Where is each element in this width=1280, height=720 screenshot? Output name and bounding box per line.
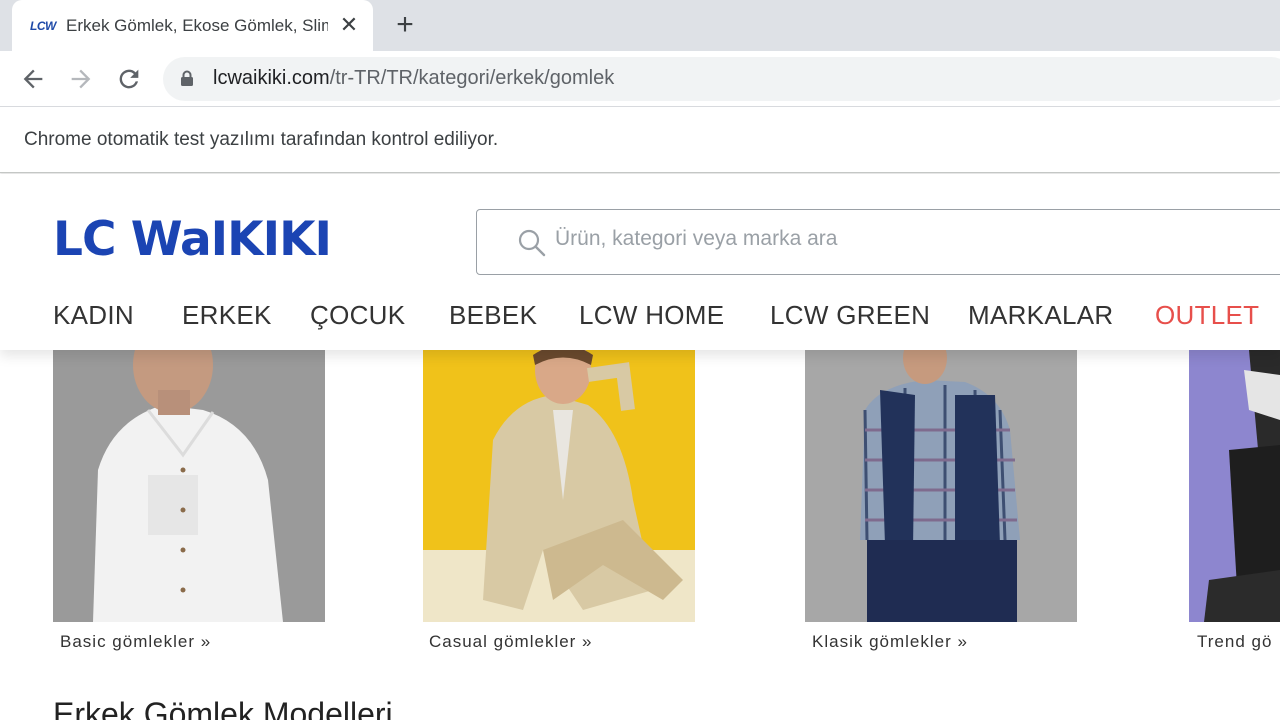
nav-item-cocuk[interactable]: ÇOCUK (310, 300, 405, 331)
plus-icon[interactable]: + (392, 10, 418, 40)
close-icon[interactable]: ✕ (338, 12, 360, 38)
browser-toolbar: lcwaikiki.com/tr-TR/TR/kategori/erkek/go… (0, 51, 1280, 107)
address-bar[interactable]: lcwaikiki.com/tr-TR/TR/kategori/erkek/go… (163, 57, 1280, 101)
nav-item-kadin[interactable]: KADIN (53, 300, 134, 331)
nav-item-erkek[interactable]: ERKEK (182, 300, 272, 331)
nav-item-lcw-home[interactable]: LCW HOME (579, 300, 724, 331)
search-icon[interactable] (517, 228, 547, 258)
web-page: LC WaIKIKI KADIN ERKEK ÇOCUK BEBEK LCW H… (0, 174, 1280, 720)
category-label-klasik[interactable]: Klasik gömlekler » (812, 632, 968, 652)
category-image-basic[interactable] (53, 350, 325, 622)
category-image-klasik[interactable] (805, 350, 1077, 622)
section-title: Erkek Gömlek Modelleri (53, 696, 393, 720)
tab-strip: LCW Erkek Gömlek, Ekose Gömlek, Slim Fit… (0, 0, 1280, 51)
site-header: LC WaIKIKI KADIN ERKEK ÇOCUK BEBEK LCW H… (0, 174, 1280, 350)
back-arrow-icon[interactable] (19, 65, 47, 93)
search-input[interactable] (553, 226, 1257, 252)
main-nav: KADIN ERKEK ÇOCUK BEBEK LCW HOME LCW GRE… (0, 300, 1280, 346)
forward-arrow-icon[interactable] (67, 65, 95, 93)
tab-title: Erkek Gömlek, Ekose Gömlek, Slim Fit Göm… (66, 16, 328, 35)
infobar-text: Chrome otomatik test yazılımı tarafından… (24, 129, 499, 150)
nav-item-bebek[interactable]: BEBEK (449, 300, 537, 331)
browser-tab[interactable]: LCW Erkek Gömlek, Ekose Gömlek, Slim Fit… (12, 0, 373, 51)
url-host: lcwaikiki.com (213, 67, 330, 89)
favicon-icon: LCW (30, 19, 56, 33)
reload-icon[interactable] (115, 65, 143, 93)
url-text: lcwaikiki.com/tr-TR/TR/kategori/erkek/go… (213, 67, 614, 90)
category-label-casual[interactable]: Casual gömlekler » (429, 632, 593, 652)
category-image-casual[interactable] (423, 350, 695, 622)
category-label-trend[interactable]: Trend gö (1197, 632, 1272, 652)
category-label-basic[interactable]: Basic gömlekler » (60, 632, 211, 652)
lock-icon (181, 70, 193, 86)
nav-item-lcw-green[interactable]: LCW GREEN (770, 300, 930, 331)
automation-infobar: Chrome otomatik test yazılımı tarafından… (0, 107, 1280, 173)
search-box[interactable] (476, 209, 1280, 275)
site-logo[interactable]: LC WaIKIKI (53, 210, 332, 270)
nav-item-markalar[interactable]: MARKALAR (968, 300, 1113, 331)
nav-item-outlet[interactable]: OUTLET (1155, 300, 1259, 331)
category-image-trend[interactable] (1189, 350, 1280, 622)
url-path: /tr-TR/TR/kategori/erkek/gomlek (329, 67, 615, 89)
